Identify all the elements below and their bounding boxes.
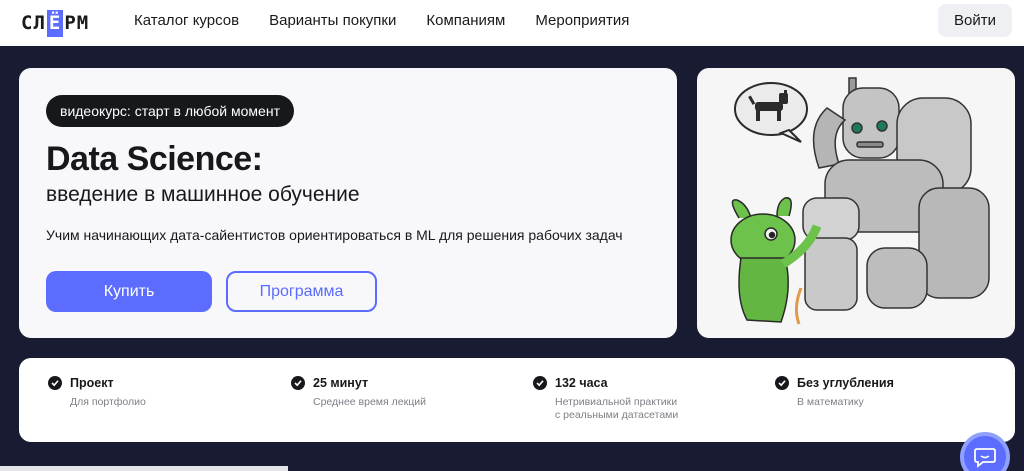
logo-highlight: Ё	[46, 9, 64, 37]
page-subtitle: введение в машинное обучение	[46, 183, 360, 206]
logo[interactable]: СЛ Ё РМ	[21, 9, 89, 37]
robot-character	[802, 77, 990, 311]
course-badge: видеокурс: старт в любой момент	[46, 95, 294, 127]
logo-part: РМ	[64, 12, 90, 34]
nav-purchase-options[interactable]: Варианты покупки	[269, 12, 396, 29]
feature-subtitle: Нетривиальной практики с реальными датасе…	[555, 396, 679, 421]
check-circle-icon	[48, 376, 62, 390]
nav-companies[interactable]: Компаниям	[426, 12, 505, 29]
nav-events[interactable]: Мероприятия	[535, 12, 629, 29]
check-circle-icon	[291, 376, 305, 390]
bottom-divider	[0, 466, 288, 471]
feature-item: 25 минут Среднее время лекций	[291, 376, 426, 409]
course-features: Проект Для портфолио 25 минут Среднее вр…	[19, 358, 1015, 442]
feature-item: Проект Для портфолио	[48, 376, 146, 409]
main-nav: Каталог курсов Варианты покупки Компания…	[134, 12, 629, 29]
site-header: СЛ Ё РМ Каталог курсов Варианты покупки Ко…	[0, 0, 1024, 46]
course-description: Учим начинающих дата-сайентистов ориенти…	[46, 227, 623, 243]
login-button[interactable]: Войти	[938, 4, 1012, 37]
feature-item: 132 часа Нетривиальной практики с реальны…	[533, 376, 678, 422]
logo-part: СЛ	[21, 12, 46, 34]
page-title: Data Science:	[46, 140, 263, 178]
program-button[interactable]: Программа	[226, 271, 377, 312]
feature-title: 25 минут	[313, 376, 369, 390]
check-circle-icon	[533, 376, 547, 390]
feature-subtitle: Среднее время лекций	[313, 396, 426, 408]
chat-bubble-icon	[974, 448, 996, 468]
speech-bubble	[734, 82, 808, 143]
hero-illustration	[697, 68, 1015, 338]
feature-subtitle: В математику	[797, 396, 864, 408]
check-circle-icon	[775, 376, 789, 390]
robot-alien-illustration	[730, 77, 990, 325]
feature-subtitle: Для портфолио	[70, 396, 146, 408]
feature-title: Проект	[70, 376, 114, 390]
feature-item: Без углубления В математику	[775, 376, 894, 409]
feature-title: Без углубления	[797, 376, 894, 390]
feature-title: 132 часа	[555, 376, 608, 390]
hero-card: видеокурс: старт в любой момент Data Sci…	[19, 68, 677, 338]
nav-catalog[interactable]: Каталог курсов	[134, 12, 239, 29]
buy-button[interactable]: Купить	[46, 271, 212, 312]
